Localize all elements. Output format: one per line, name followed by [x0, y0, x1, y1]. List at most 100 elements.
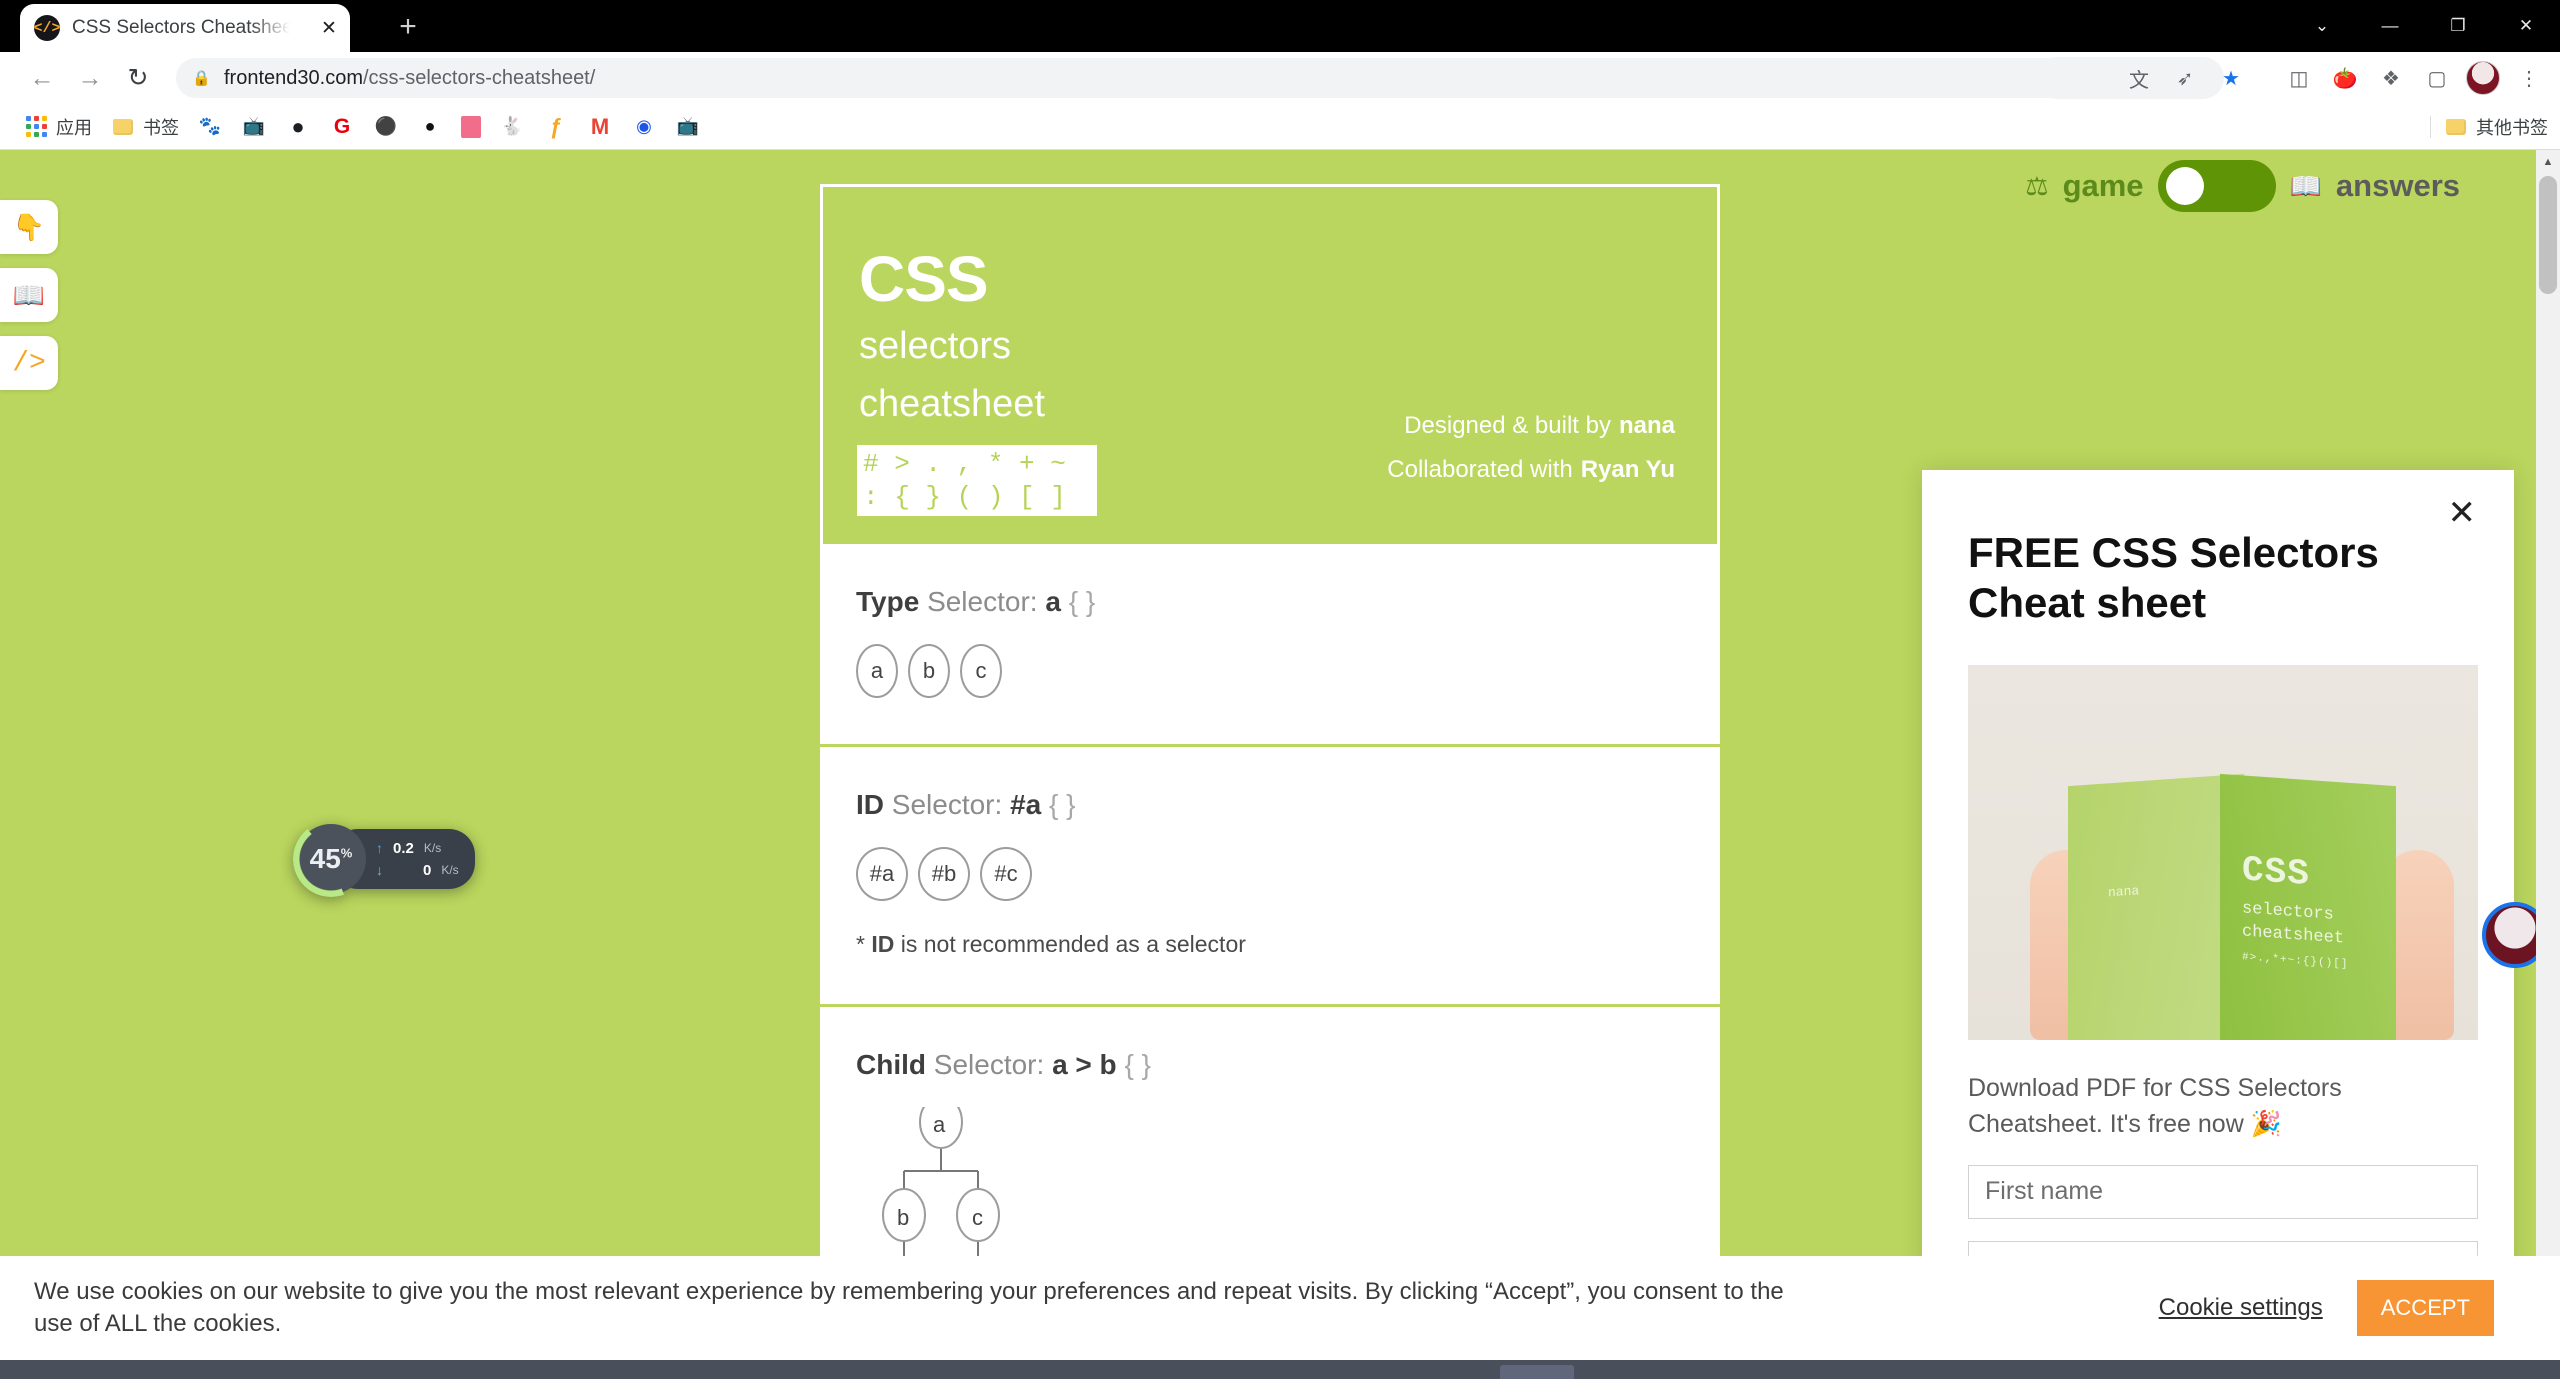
bookmark-gmail[interactable]: M [578, 110, 622, 144]
node-chip[interactable]: #a [856, 847, 908, 902]
browser-window: </> CSS Selectors Cheatsheet - Fro ✕ + ⌄… [0, 0, 2560, 1379]
scrollbar-thumb[interactable] [2539, 176, 2557, 294]
node-chip[interactable]: #b [918, 847, 970, 902]
address-bar[interactable]: 🔒 frontend30.com/css-selectors-cheatshee… [176, 58, 2116, 98]
folder-icon [2443, 114, 2469, 140]
accept-cookies-button[interactable]: ACCEPT [2356, 1280, 2494, 1336]
pointer-widget-icon[interactable]: 👇 [0, 200, 58, 254]
title-bar: </> CSS Selectors Cheatsheet - Fro ✕ + ⌄… [0, 0, 2560, 52]
forward-icon[interactable]: → [66, 54, 114, 102]
tree-svg [882, 1095, 1000, 1258]
section-kind: Child [856, 1049, 926, 1081]
download-speed-row: ↓ 0 K/s [376, 859, 459, 881]
hero-symbols: # > . , * + ~ : { } ( ) [ ] [857, 445, 1097, 517]
progress-percent: 45% [309, 843, 353, 874]
code-widget-icon[interactable]: /> [0, 336, 58, 390]
bookmark-label: 书签 [143, 117, 179, 138]
tab-close-icon[interactable]: ✕ [318, 18, 340, 40]
upload-arrow-icon: ↑ [376, 840, 383, 856]
section-label: Selector: [927, 586, 1038, 618]
close-icon[interactable]: ✕ [2448, 496, 2477, 530]
book-brand: nana [2108, 883, 2140, 901]
bookmark-g-site[interactable]: G [320, 110, 364, 144]
tomato-timer-icon[interactable]: 🍅 [2322, 55, 2368, 101]
other-bookmarks[interactable]: 其他书签 [2430, 114, 2548, 140]
section-braces: { } [1068, 586, 1096, 618]
collab-name: Ryan Yu [1580, 456, 1675, 484]
page-scrollbar[interactable]: ▲ ▼ [2536, 150, 2560, 1361]
node-chip[interactable]: #c [980, 847, 1032, 902]
reading-list-icon[interactable]: ◫ [2276, 55, 2322, 101]
node-list: #a #b #c [856, 847, 1720, 902]
section-title: Child Selector: a > b { } [856, 1049, 1720, 1081]
back-icon[interactable]: ← [18, 54, 66, 102]
first-name-input[interactable] [1985, 1177, 2461, 1207]
section-type-selector: Type Selector: a { } a b c [820, 544, 1720, 748]
new-tab-button[interactable]: + [390, 10, 426, 46]
game-answers-toggle[interactable]: ⚖ game 📖 answers [2025, 160, 2460, 212]
designed-label: Designed & built by [1404, 412, 1611, 440]
book-icon: 📖 [2289, 170, 2322, 201]
tab-search-icon[interactable]: ⌄ [2288, 0, 2356, 52]
bookmark-folder[interactable]: 书签 [101, 110, 188, 144]
grid-icon [23, 114, 49, 140]
left-floating-widgets: 👇 📖 /> [0, 200, 60, 404]
translate-icon[interactable]: 文 [2116, 55, 2162, 101]
section-braces: { } [1124, 1049, 1151, 1081]
bookmark-github[interactable]: ● [276, 110, 320, 144]
cookie-banner-text: We use cookies on our website to give yo… [34, 1277, 1784, 1337]
bookmark-blue-circle-site[interactable]: ◉ [622, 110, 666, 144]
bookmark-bilibili[interactable]: 📺 [232, 110, 276, 144]
browser-tab[interactable]: </> CSS Selectors Cheatsheet - Fro ✕ [20, 4, 350, 52]
hero-subtitle-1: selectors [859, 324, 1012, 367]
reload-icon[interactable]: ↻ [114, 54, 162, 102]
share-icon[interactable]: ➶ [2162, 55, 2208, 101]
hero-credits: Designed & built by nana Collaborated wit… [1387, 412, 1675, 500]
book-cover-symbols: #>.,*+~:{}()[] [2242, 951, 2349, 971]
window-controls: ⌄ — ❐ ✕ [2288, 0, 2560, 52]
tab-title: CSS Selectors Cheatsheet - Fro [72, 17, 290, 38]
side-panel-icon[interactable]: ▢ [2414, 55, 2460, 101]
mode-switch[interactable] [2157, 160, 2276, 212]
head-icon: ● [424, 116, 436, 136]
modal-description: Download PDF for CSS Selectors Cheatshee… [1968, 1074, 2342, 1139]
extensions-puzzle-icon[interactable]: ❖ [2368, 55, 2414, 101]
bookmarks-bar: 应用 书签 🐾 📺 ● G ⚫ ● 🐇 ƒ M ◉ 📺 其他书签 [0, 104, 2560, 150]
progress-gauge: 45% [296, 824, 366, 894]
bookmark-bilibili-2[interactable]: 📺 [666, 110, 710, 144]
node-chip[interactable]: c [960, 644, 1002, 699]
tree-node-root: a [933, 1112, 946, 1138]
cat-icon: ● [291, 113, 305, 139]
maximize-icon[interactable]: ❐ [2424, 0, 2492, 52]
bookmark-anime-site[interactable] [452, 110, 490, 144]
tab-favicon-icon: </> [34, 15, 61, 41]
other-bookmarks-label: 其他书签 [2476, 117, 2548, 138]
bookmark-oval-site[interactable]: ⚫ [364, 110, 408, 144]
designed-by-name: nana [1618, 412, 1675, 440]
chrome-menu-icon[interactable]: ⋮ [2506, 55, 2552, 101]
collab-label: Collaborated with [1387, 456, 1573, 484]
collaborated-line: Collaborated with Ryan Yu [1387, 456, 1675, 484]
node-chip[interactable]: a [856, 644, 898, 699]
page-viewport: 👇 📖 /> ⚖ game 📖 answers CSS selectors ch… [0, 150, 2560, 1361]
bookmark-star-icon[interactable]: ★ [2208, 55, 2254, 101]
bookmark-c-site[interactable]: ƒ [534, 110, 578, 144]
bookmark-apps[interactable]: 应用 [14, 110, 101, 144]
minimize-icon[interactable]: — [2356, 0, 2424, 52]
tree-node-child-1: b [897, 1205, 910, 1231]
bookmark-rabbit-site[interactable]: 🐇 [490, 110, 534, 144]
bookmark-baidu[interactable]: 🐾 [188, 110, 232, 144]
cookie-settings-link[interactable]: Cookie settings [2159, 1294, 2323, 1322]
network-speed-widget[interactable]: 45% ↑ 0.2 K/s ↓ 0 K/s [296, 824, 475, 894]
profile-avatar[interactable] [2460, 55, 2506, 101]
scroll-up-arrow[interactable]: ▲ [2536, 150, 2560, 174]
taskbar-item[interactable] [1500, 1365, 1574, 1379]
download-arrow-icon: ↓ [376, 862, 383, 878]
node-chip[interactable]: b [908, 644, 950, 699]
book-widget-icon[interactable]: 📖 [0, 268, 58, 322]
first-name-field[interactable] [1968, 1164, 2478, 1219]
close-window-icon[interactable]: ✕ [2492, 0, 2560, 52]
m-icon: M [590, 113, 610, 139]
c-icon: ƒ [549, 113, 563, 139]
bookmark-head-site[interactable]: ● [408, 110, 452, 144]
